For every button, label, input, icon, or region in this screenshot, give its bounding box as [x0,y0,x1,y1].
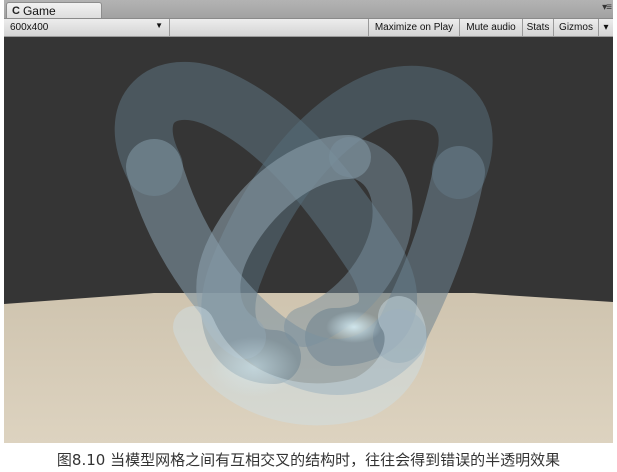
game-toolbar: 600x400 ▼ Maximize on Play Mute audio St… [4,19,613,37]
maximize-on-play-button[interactable]: Maximize on Play [368,19,459,36]
tab-menu-icon[interactable]: ▾≡ [602,2,612,13]
gizmos-dropdown-arrow-icon[interactable]: ▾ [598,19,613,36]
gizmos-label: Gizmos [559,22,593,33]
resolution-value: 600x400 [10,22,49,33]
unity-game-icon: C [12,4,20,17]
resolution-dropdown[interactable]: 600x400 ▼ [4,19,170,36]
stats-label: Stats [526,22,550,33]
gizmos-button[interactable]: Gizmos [553,19,598,36]
figure-caption: 图8.10 当模型网格之间有互相交叉的结构时，往往会得到错误的半透明效果 [56,451,561,469]
mute-audio-label: Mute audio [466,22,516,33]
stats-button[interactable]: Stats [522,19,553,36]
gizmos-arrow: ▾ [603,22,609,33]
maximize-on-play-label: Maximize on Play [374,22,454,33]
game-view[interactable] [4,37,613,443]
dropdown-arrow-icon: ▼ [155,21,163,30]
tab-game[interactable]: C Game [6,2,102,18]
tab-bar: C Game ▾≡ [4,0,613,19]
mute-audio-button[interactable]: Mute audio [459,19,522,36]
tab-label: Game [22,3,56,18]
scene-render [4,61,613,443]
